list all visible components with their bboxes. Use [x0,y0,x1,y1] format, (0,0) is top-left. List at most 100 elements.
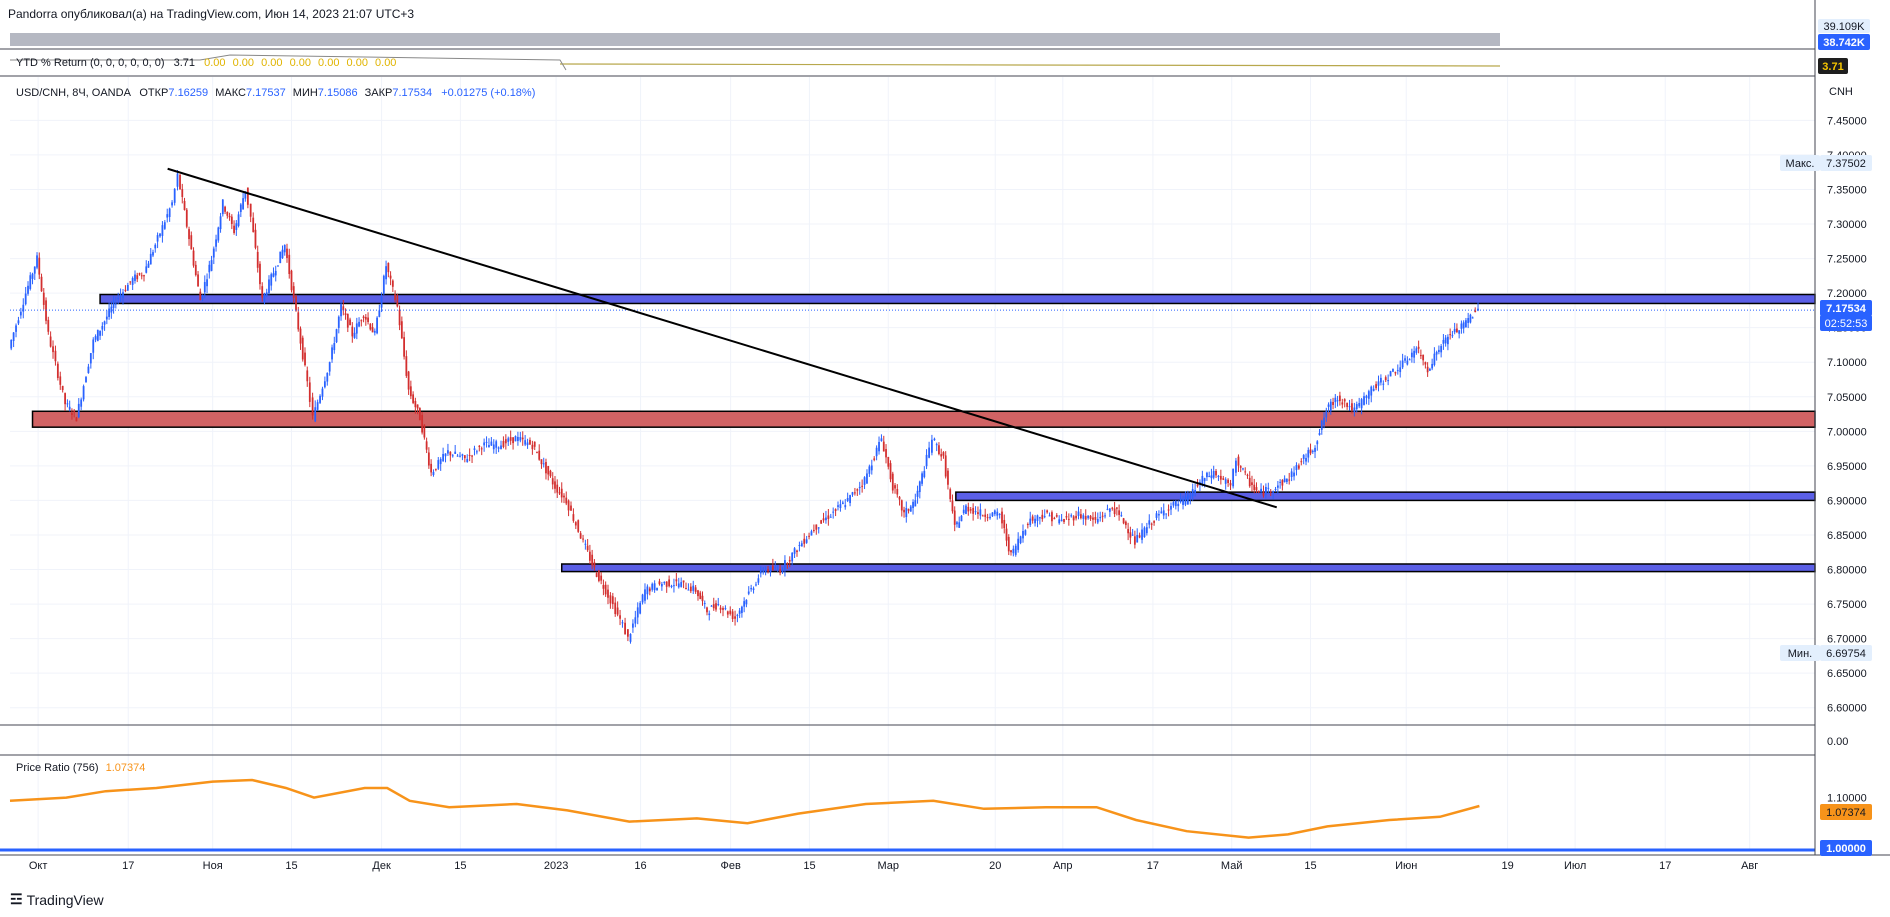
candle-body [367,317,369,323]
candle-body [73,410,76,412]
candle-body [670,585,673,588]
candle-body [984,514,987,517]
zone-blue[interactable] [99,293,1816,305]
candle-body [454,451,457,454]
candle-body [914,500,917,507]
zone-blue[interactable] [560,563,1816,573]
symbol-legend[interactable]: USD/CNH, 8Ч, OANDA ОТКР7.16259 МАКС7.175… [16,87,535,99]
zone-red[interactable] [31,410,1816,428]
candle-body [449,451,452,456]
candle-body [1219,475,1222,480]
candle-body [56,363,59,379]
candle-body [1267,487,1270,489]
candle-body [346,314,349,328]
zone-blue[interactable] [955,491,1816,502]
candle-body [362,316,365,318]
candle-body [1038,517,1041,519]
candle-body [380,296,383,308]
candle-body [1424,362,1427,365]
candle-body [738,610,741,614]
candle-body [921,473,923,484]
candle-body [235,223,238,230]
candle-body [1375,384,1377,389]
y-tick-label: 6.70000 [1827,634,1867,646]
candle-body [1305,458,1307,462]
candle-body [1474,310,1477,313]
candle-body [556,484,559,493]
candle-body [776,569,779,571]
candle-body [991,512,994,517]
candle-body [743,601,746,607]
candle-body [726,611,729,615]
candle-body [771,565,774,570]
candle-body [40,276,43,292]
candle-body [1224,479,1227,484]
candle-body [1143,527,1146,538]
y-tick-label: 6.60000 [1827,703,1867,715]
candle-body [156,235,159,242]
trendline-layer[interactable] [10,167,1815,509]
x-tick-label: Ноя [203,860,223,872]
candle-body [757,578,760,583]
candle-body [122,292,124,298]
price-ratio-pane [0,778,1815,852]
candle-body [868,466,871,474]
candle-body [188,229,190,240]
candle-body [903,509,905,513]
candle-body [812,529,815,531]
candle-body [1099,517,1102,519]
candle-body [1155,513,1158,518]
candle-body [1460,323,1463,329]
candle-body [1290,471,1293,478]
candle-body [1297,465,1300,469]
candle-body [1036,515,1039,521]
candle-body [376,317,378,334]
candle-body [880,438,883,442]
candle-body [1410,352,1413,358]
candle-body [656,587,658,591]
ytd-zero-0: 0.00 [204,57,226,69]
y-tick-label: 7.35000 [1827,184,1867,196]
candle-body [900,500,903,511]
candle-body [421,415,424,433]
tradingview-brand[interactable]: ☲ TradingView [10,891,104,908]
candle-body [297,312,300,330]
candle-body [351,326,354,337]
candle-body [629,634,632,642]
candle-body [1380,377,1382,383]
candle-body [1194,490,1197,493]
candle-body [154,244,157,249]
candle-body [660,584,663,587]
candle-body [239,204,242,213]
candle-body [1089,515,1092,519]
candle-body [1276,485,1279,488]
candle-body [1246,474,1249,476]
candle-body [1229,483,1232,486]
price-ratio-legend-value: 1.07374 [105,762,146,774]
candle-body [1217,475,1220,478]
candle-body [509,437,512,441]
ytd-zero-5: 0.00 [346,57,368,69]
candle-body [1150,523,1153,525]
candle-body [1255,487,1258,491]
candle-body [644,589,646,601]
candle-body [750,588,753,590]
candle-body [533,441,536,447]
candle-body [407,371,410,390]
candle-body [1387,380,1390,382]
candle-body [10,339,13,349]
candle-body [1257,490,1260,493]
candle-body [1043,516,1046,518]
candle-body [1419,355,1422,357]
candle-body [1206,472,1208,478]
candle-body [344,313,347,315]
candle-body [306,370,309,382]
candle-body [604,584,607,595]
candle-body [641,594,644,603]
candle-body [1215,470,1217,476]
price-ratio-base-badge: 1.00000 [1826,843,1866,855]
candle-body [311,397,314,416]
candle-body [677,583,680,588]
candle-body [1237,456,1240,466]
candle-body [171,202,173,206]
